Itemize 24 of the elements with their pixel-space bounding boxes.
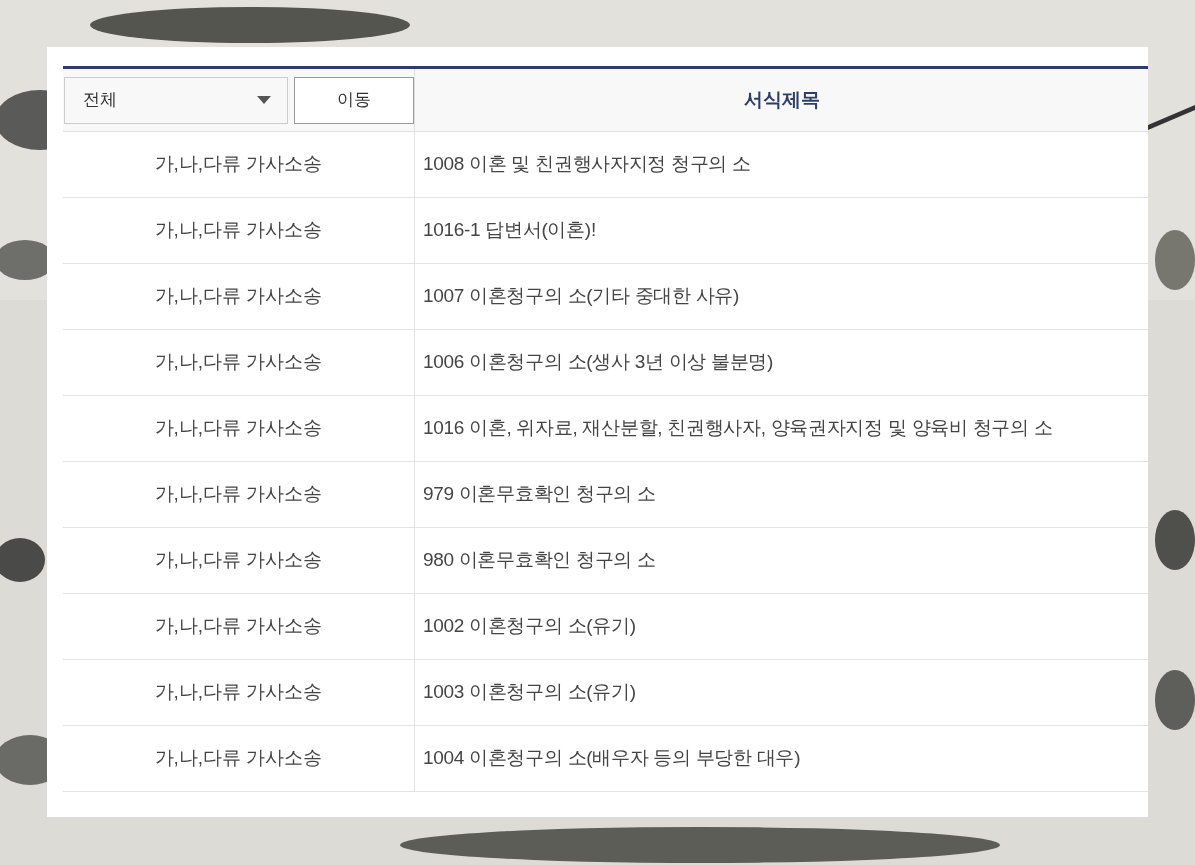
form-title-link[interactable]: 980 이혼무효확인 청구의 소 — [423, 546, 656, 575]
form-title-link[interactable]: 1008 이혼 및 친권행사자지정 청구의 소 — [423, 150, 751, 179]
form-title-link[interactable]: 1003 이혼청구의 소(유기) — [423, 678, 636, 707]
form-title-link[interactable]: 1004 이혼청구의 소(배우자 등의 부당한 대우) — [423, 744, 801, 773]
column-header: 서식제목 — [743, 87, 820, 112]
category-cell-text: 가,나,다류 가사소송 — [154, 680, 323, 705]
form-title-link[interactable]: 1016-1 답변서(이혼)! — [423, 216, 596, 245]
category-cell-text: 가,나,다류 가사소송 — [154, 284, 323, 309]
dropdown-caret-icon — [257, 96, 271, 104]
category-cell-text: 가,나,다류 가사소송 — [154, 152, 323, 177]
form-title-link[interactable]: 1002 이혼청구의 소(유기) — [423, 612, 636, 641]
form-title-link[interactable]: 1007 이혼청구의 소(기타 중대한 사유) — [423, 282, 740, 311]
category-cell-text: 가,나,다류 가사소송 — [154, 548, 323, 573]
move-button[interactable]: 이동 — [294, 76, 414, 124]
category-cell-text: 가,나,다류 가사소송 — [154, 218, 323, 243]
category-cell-text: 가,나,다류 가사소송 — [154, 614, 323, 639]
form-title-link[interactable]: 1006 이혼청구의 소(생사 3년 이상 불분명) — [423, 348, 774, 377]
category-cell-text: 가,나,다류 가사소송 — [154, 350, 323, 375]
form-title-link[interactable]: 1016 이혼, 위자료, 재산분할, 친권행사자, 양육권자지정 및 양육비 청구의 소 — [423, 414, 1053, 443]
category-cell-text: 가,나,다류 가사소송 — [154, 482, 323, 507]
category-cell-text: 가,나,다류 가사소송 — [154, 746, 323, 771]
form-title-link[interactable]: 979 이혼무효확인 청구의 소 — [423, 480, 656, 509]
category-cell-text: 가,나,다류 가사소송 — [154, 416, 323, 441]
category-select[interactable]: 전체 — [64, 76, 288, 124]
